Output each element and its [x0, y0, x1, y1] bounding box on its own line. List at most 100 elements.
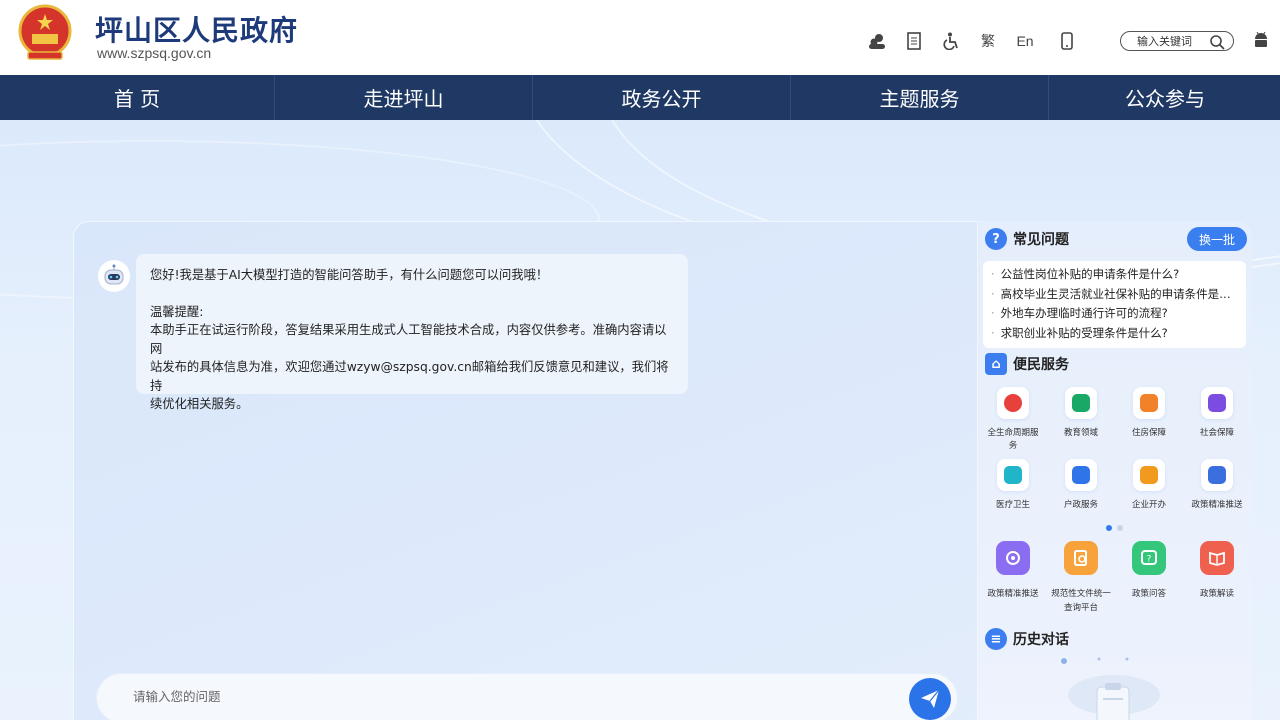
service-business[interactable]: 企业开办 [1115, 459, 1183, 531]
mobile-icon[interactable] [1056, 30, 1078, 52]
icon-swatch [1072, 394, 1090, 412]
services-section-title: ⌂ 便民服务 [985, 353, 1069, 375]
tool-label: 政策精准推送 [987, 589, 1039, 599]
reminder-line: 本助手正在试运行阶段，答复结果采用生成式人工智能技术合成，内容仅供参考。准确内容… [150, 323, 667, 356]
tool-label: 政策问答 [1131, 589, 1166, 599]
service-label: 医疗卫生 [995, 500, 1030, 510]
service-label: 户政服务 [1063, 500, 1098, 510]
tool-normative-documents[interactable]: 规范性文件统一查询平台 [1047, 541, 1115, 615]
chat-history-icon: ≡ [985, 628, 1007, 650]
paper-plane-icon [921, 689, 940, 708]
service-label: 教育领域 [1063, 428, 1098, 438]
services-title: 便民服务 [1013, 357, 1069, 373]
history-section-title: ≡ 历史对话 [985, 628, 1069, 650]
site-title: 坪山区人民政府 [95, 14, 299, 47]
faq-title: 常见问题 [1013, 232, 1069, 248]
question-icon: ? [985, 228, 1007, 250]
reminder-line: 续优化相关服务。 [150, 397, 249, 411]
header-tools: 繁 En [866, 30, 1093, 52]
service-label: 企业开办 [1131, 500, 1166, 510]
refresh-faq-button[interactable]: 换一批 [1187, 227, 1247, 251]
service-label: 社会保障 [1199, 428, 1234, 438]
service-label: 住房保障 [1131, 428, 1166, 438]
tool-label: 政策解读 [1199, 589, 1234, 599]
chat-panel: 您好!我是基于AI大模型打造的智能问答助手，有什么问题您可以问我哦！ 温馨提醒:… [73, 221, 978, 720]
icon-swatch [1004, 394, 1022, 412]
service-medical[interactable]: 医疗卫生 [979, 459, 1047, 531]
document-search-icon [1064, 541, 1098, 575]
service-policy-push[interactable]: 政策精准推送 [1183, 459, 1251, 531]
tool-policy-push[interactable]: 政策精准推送 [979, 541, 1047, 615]
accessibility-icon[interactable] [940, 30, 962, 52]
search-icon[interactable] [1209, 34, 1225, 50]
faq-section-title: ? 常见问题 [985, 228, 1069, 250]
service-housing[interactable]: 住房保障 [1115, 387, 1183, 459]
nav-item-about[interactable]: 走进坪山 [275, 75, 533, 120]
graduation-cap-icon [1065, 387, 1097, 419]
lifecycle-icon [997, 387, 1029, 419]
faq-list: 公益性岗位补贴的申请条件是什么? 高校毕业生灵活就业社保补贴的申请条件是什么? … [983, 261, 1246, 348]
icon-swatch [1140, 466, 1158, 484]
icon-swatch [1208, 466, 1226, 484]
building-icon [1133, 459, 1165, 491]
nav-item-government-affairs[interactable]: 政务公开 [533, 75, 791, 120]
pager-dot[interactable] [1117, 525, 1123, 531]
tool-label: 规范性文件统一查询平台 [1051, 589, 1111, 613]
nav-item-services[interactable]: 主题服务 [791, 75, 1049, 120]
icon-swatch [1072, 466, 1090, 484]
empty-history-illustration-icon [1061, 657, 1160, 720]
tool-policy-qa[interactable]: ? 政策问答 [1115, 541, 1183, 615]
robot-avatar-icon [98, 260, 130, 292]
users-icon[interactable] [866, 30, 888, 52]
service-household[interactable]: 户政服务 [1047, 459, 1115, 531]
site-url: www.szpsq.gov.cn [97, 45, 212, 61]
shield-icon [1201, 387, 1233, 419]
pager-dot[interactable] [1106, 525, 1112, 531]
faq-item[interactable]: 求职创业补贴的受理条件是什么? [991, 324, 1241, 344]
search-box [1120, 31, 1234, 51]
icon-swatch [1140, 394, 1158, 412]
faq-item[interactable]: 外地车办理临时通行许可的流程? [991, 304, 1241, 324]
send-button[interactable] [909, 678, 951, 720]
tool-policy-interpretation[interactable]: 政策解读 [1183, 541, 1251, 615]
bot-greeting: 您好!我是基于AI大模型打造的智能问答助手，有什么问题您可以问我哦！ [150, 268, 549, 282]
service-pager [1106, 525, 1128, 531]
faq-item[interactable]: 高校毕业生灵活就业社保补贴的申请条件是什么? [991, 285, 1241, 305]
site-header: 坪山区人民政府 www.szpsq.gov.cn 繁 En [0, 0, 1280, 75]
id-book-icon [1065, 459, 1097, 491]
nav-item-participation[interactable]: 公众参与 [1049, 75, 1280, 120]
english-toggle[interactable]: En [1014, 30, 1036, 52]
target-icon [996, 541, 1030, 575]
traditional-chinese-toggle[interactable]: 繁 [977, 30, 999, 52]
house-icon: ⌂ [985, 353, 1007, 375]
house-icon [1133, 387, 1165, 419]
policy-icon [1201, 459, 1233, 491]
main-nav: 首 页 走进坪山 政务公开 主题服务 公众参与 [0, 75, 1280, 120]
faq-item[interactable]: 公益性岗位补贴的申请条件是什么? [991, 265, 1241, 285]
bot-message-bubble: 您好!我是基于AI大模型打造的智能问答助手，有什么问题您可以问我哦！ 温馨提醒:… [136, 254, 688, 411]
medical-kit-icon [997, 459, 1029, 491]
service-label: 全生命周期服务 [987, 428, 1039, 451]
side-panel: ? 常见问题 换一批 公益性岗位补贴的申请条件是什么? 高校毕业生灵活就业社保补… [979, 221, 1252, 720]
question-chat-icon: ? [1132, 541, 1166, 575]
open-book-icon [1200, 541, 1234, 575]
service-grid: 全生命周期服务 教育领域 住房保障 社会保障 医疗卫生 户政服务 企业开办 政策… [979, 387, 1252, 531]
icon-swatch [1208, 394, 1226, 412]
document-icon[interactable] [903, 30, 925, 52]
service-lifecycle[interactable]: 全生命周期服务 [979, 387, 1047, 459]
service-education[interactable]: 教育领域 [1047, 387, 1115, 459]
question-input[interactable] [133, 689, 833, 704]
android-icon[interactable] [1252, 31, 1270, 49]
reminder-line: 站发布的具体信息为准，欢迎您通过wzyw@szpsq.gov.cn邮箱给我们反馈… [150, 360, 669, 393]
search-input[interactable] [1137, 34, 1203, 48]
service-label: 政策精准推送 [1191, 500, 1243, 510]
national-emblem-icon [18, 4, 72, 60]
service-social-security[interactable]: 社会保障 [1183, 387, 1251, 459]
icon-swatch [1004, 466, 1022, 484]
reminder-title: 温馨提醒: [150, 304, 204, 319]
history-title: 历史对话 [1013, 632, 1069, 648]
nav-item-home[interactable]: 首 页 [0, 75, 275, 120]
question-input-bar [96, 673, 958, 720]
svg-text:?: ? [1147, 555, 1152, 565]
policy-tool-grid: 政策精准推送 规范性文件统一查询平台 ? 政策问答 政策解读 [979, 541, 1252, 615]
